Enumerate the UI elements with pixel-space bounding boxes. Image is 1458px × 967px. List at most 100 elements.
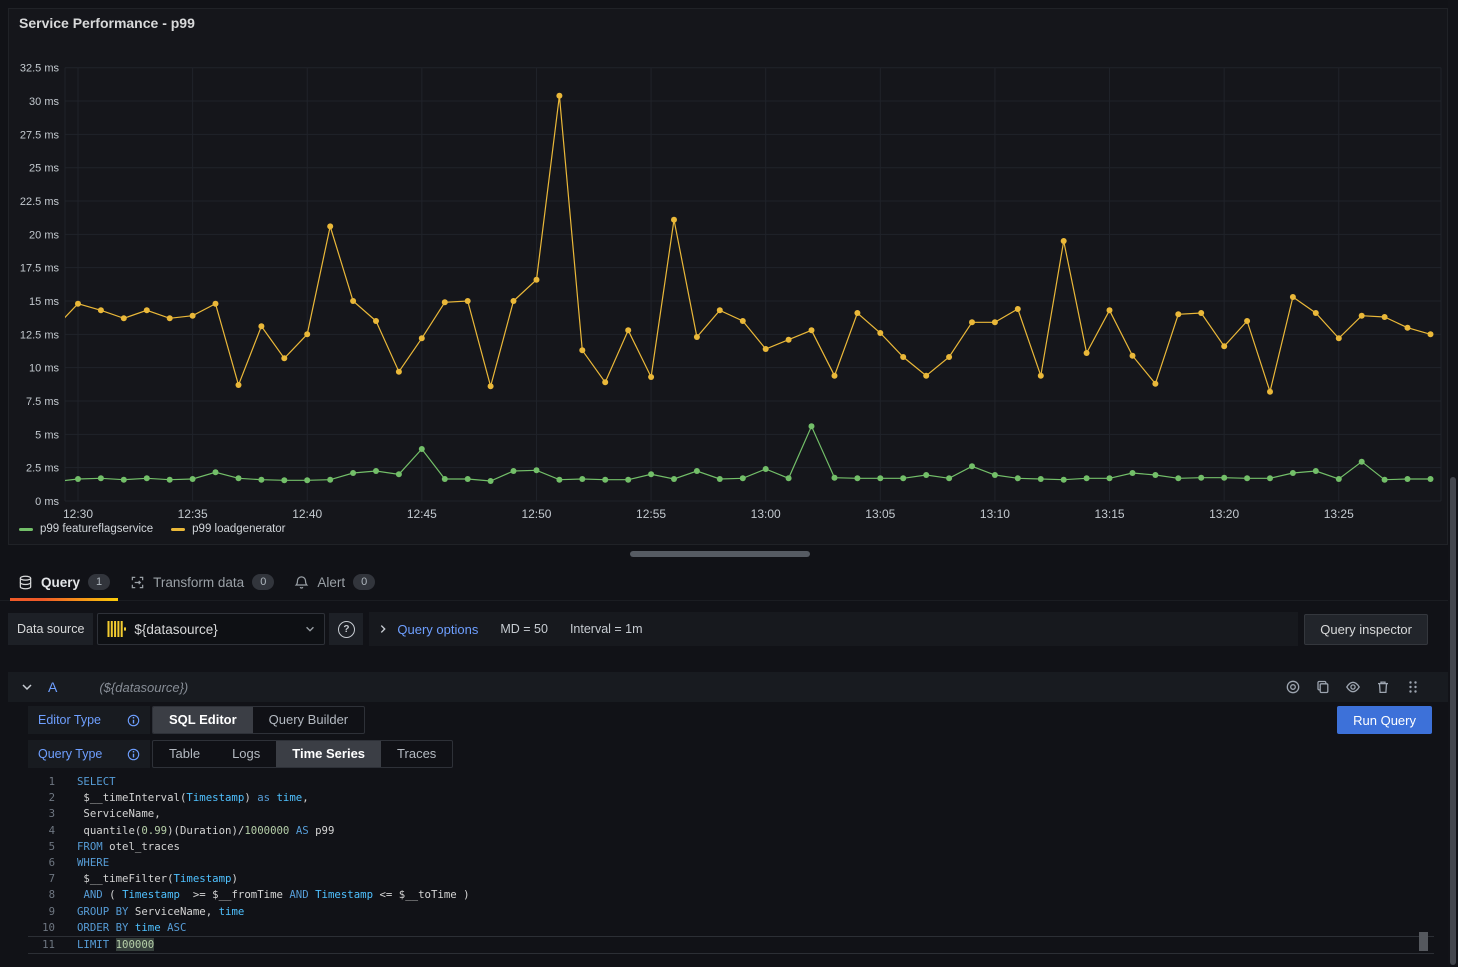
tab-count-badge: 0 xyxy=(252,574,274,590)
info-icon xyxy=(127,748,140,761)
tab-transform-data[interactable]: Transform data 0 xyxy=(120,564,284,600)
clickhouse-logo-icon xyxy=(106,619,126,639)
query-type-segmented: Table Logs Time Series Traces xyxy=(152,740,453,768)
datasource-label: Data source xyxy=(8,613,93,645)
line-number: 2 xyxy=(28,790,55,806)
interval-stat: Interval = 1m xyxy=(570,622,643,636)
editor-scrollbar-thumb[interactable] xyxy=(1419,932,1428,951)
code-line[interactable]: 3 ServiceName, xyxy=(28,806,1434,822)
tab-label: Alert xyxy=(317,575,345,590)
horizontal-scrollbar-thumb[interactable] xyxy=(630,551,810,557)
query-options-bar: Query options MD = 50 Interval = 1m xyxy=(369,612,1298,646)
svg-text:5 ms: 5 ms xyxy=(35,429,59,441)
line-number: 6 xyxy=(28,855,55,871)
code-text: WHERE xyxy=(55,855,109,871)
timeseries-panel: Service Performance - p99 0 ms2.5 ms5 ms… xyxy=(8,8,1448,545)
sql-code-editor[interactable]: 1SELECT2 $__timeInterval(Timestamp) as t… xyxy=(28,772,1434,962)
svg-text:2.5 ms: 2.5 ms xyxy=(26,463,60,475)
query-type-option-logs[interactable]: Logs xyxy=(216,741,276,767)
svg-text:13:25: 13:25 xyxy=(1324,507,1354,521)
page-scrollbar-thumb[interactable] xyxy=(1450,477,1456,965)
code-line[interactable]: 4 quantile(0.99)(Duration)/1000000 AS p9… xyxy=(28,823,1434,839)
bell-icon xyxy=(294,575,309,590)
query-row-header[interactable]: A (${datasource}) xyxy=(8,672,1450,702)
legend-swatch-green xyxy=(19,528,33,531)
svg-text:13:05: 13:05 xyxy=(865,507,895,521)
svg-text:32.5 ms: 32.5 ms xyxy=(20,63,60,75)
svg-text:13:15: 13:15 xyxy=(1095,507,1125,521)
tab-count-badge: 1 xyxy=(88,574,110,590)
code-line[interactable]: 6WHERE xyxy=(28,855,1434,871)
grafana-panel-edit-page: Service Performance - p99 0 ms2.5 ms5 ms… xyxy=(0,0,1458,967)
editor-type-chip: Editor Type xyxy=(28,706,150,734)
svg-text:12:35: 12:35 xyxy=(178,507,208,521)
drag-handle-icon[interactable] xyxy=(1402,676,1424,698)
line-number: 5 xyxy=(28,839,55,855)
svg-text:12.5 ms: 12.5 ms xyxy=(20,329,60,341)
tab-alert[interactable]: Alert 0 xyxy=(284,564,385,600)
code-line[interactable]: 2 $__timeInterval(Timestamp) as time, xyxy=(28,790,1434,806)
editor-tab-bar: Query 1 Transform data 0 Alert xyxy=(0,564,1458,601)
code-text: $__timeFilter(Timestamp) xyxy=(55,871,238,887)
code-line[interactable]: 5FROM otel_traces xyxy=(28,839,1434,855)
hide-response-eye-icon[interactable] xyxy=(1342,676,1364,698)
svg-text:27.5 ms: 27.5 ms xyxy=(20,129,60,141)
svg-text:22.5 ms: 22.5 ms xyxy=(20,196,60,208)
run-query-button[interactable]: Run Query xyxy=(1337,706,1432,734)
query-type-option-table[interactable]: Table xyxy=(153,741,216,767)
info-icon xyxy=(127,714,140,727)
code-text: GROUP BY ServiceName, time xyxy=(55,904,244,920)
code-text: SELECT xyxy=(55,774,116,790)
code-line[interactable]: 9GROUP BY ServiceName, time xyxy=(28,904,1434,920)
max-data-points-stat: MD = 50 xyxy=(500,622,548,636)
svg-text:25 ms: 25 ms xyxy=(29,163,59,175)
code-text: $__timeInterval(Timestamp) as time, xyxy=(55,790,309,806)
svg-text:20 ms: 20 ms xyxy=(29,229,59,241)
legend-swatch-yellow xyxy=(171,528,185,531)
tab-query[interactable]: Query 1 xyxy=(8,564,120,600)
editor-type-label: Editor Type xyxy=(38,713,101,727)
editor-type-option-sql-editor[interactable]: SQL Editor xyxy=(153,707,253,733)
legend-label: p99 loadgenerator xyxy=(192,523,285,535)
collapse-chevron-icon[interactable] xyxy=(20,680,34,694)
code-line[interactable]: 1SELECT xyxy=(28,774,1434,790)
legend-label: p99 featureflagservice xyxy=(40,523,153,535)
code-text: quantile(0.99)(Duration)/1000000 AS p99 xyxy=(55,823,334,839)
line-number: 3 xyxy=(28,806,55,822)
timeseries-chart: 0 ms2.5 ms5 ms7.5 ms10 ms12.5 ms15 ms17.… xyxy=(9,39,1447,521)
question-icon: ? xyxy=(338,621,355,638)
chevron-right-icon[interactable] xyxy=(377,623,389,635)
record-icon[interactable] xyxy=(1282,676,1304,698)
datasource-help-button[interactable]: ? xyxy=(329,613,363,645)
database-icon xyxy=(18,575,33,590)
line-number: 11 xyxy=(28,937,55,953)
delete-query-trash-icon[interactable] xyxy=(1372,676,1394,698)
duplicate-query-icon[interactable] xyxy=(1312,676,1334,698)
datasource-value: ${datasource} xyxy=(134,622,296,637)
code-line[interactable]: 11LIMIT 100000 xyxy=(28,936,1434,954)
line-number: 10 xyxy=(28,920,55,936)
editor-type-row: Editor Type SQL Editor Query Builder xyxy=(28,706,365,734)
editor-type-option-query-builder[interactable]: Query Builder xyxy=(253,707,364,733)
tab-label: Transform data xyxy=(153,575,244,590)
panel-title: Service Performance - p99 xyxy=(19,15,195,31)
code-text: LIMIT 100000 xyxy=(55,937,154,953)
query-inspector-button[interactable]: Query inspector xyxy=(1304,614,1428,645)
line-number: 4 xyxy=(28,823,55,839)
code-text: ORDER BY time ASC xyxy=(55,920,186,936)
legend-item-loadgenerator[interactable]: p99 loadgenerator xyxy=(171,523,285,535)
code-line[interactable]: 10ORDER BY time ASC xyxy=(28,920,1434,936)
datasource-picker[interactable]: ${datasource} xyxy=(97,613,325,645)
legend-item-featureflagservice[interactable]: p99 featureflagservice xyxy=(19,523,153,535)
query-options-link[interactable]: Query options xyxy=(397,622,478,637)
query-type-option-traces[interactable]: Traces xyxy=(381,741,452,767)
line-number: 7 xyxy=(28,871,55,887)
transform-icon xyxy=(130,575,145,590)
query-ref-id: A xyxy=(48,679,57,695)
query-type-row: Query Type Table Logs Time Series Traces xyxy=(28,740,453,768)
tab-count-badge: 0 xyxy=(353,574,375,590)
code-line[interactable]: 7 $__timeFilter(Timestamp) xyxy=(28,871,1434,887)
code-line[interactable]: 8 AND ( Timestamp >= $__fromTime AND Tim… xyxy=(28,887,1434,903)
query-type-chip: Query Type xyxy=(28,740,150,768)
query-type-option-time-series[interactable]: Time Series xyxy=(276,741,381,767)
